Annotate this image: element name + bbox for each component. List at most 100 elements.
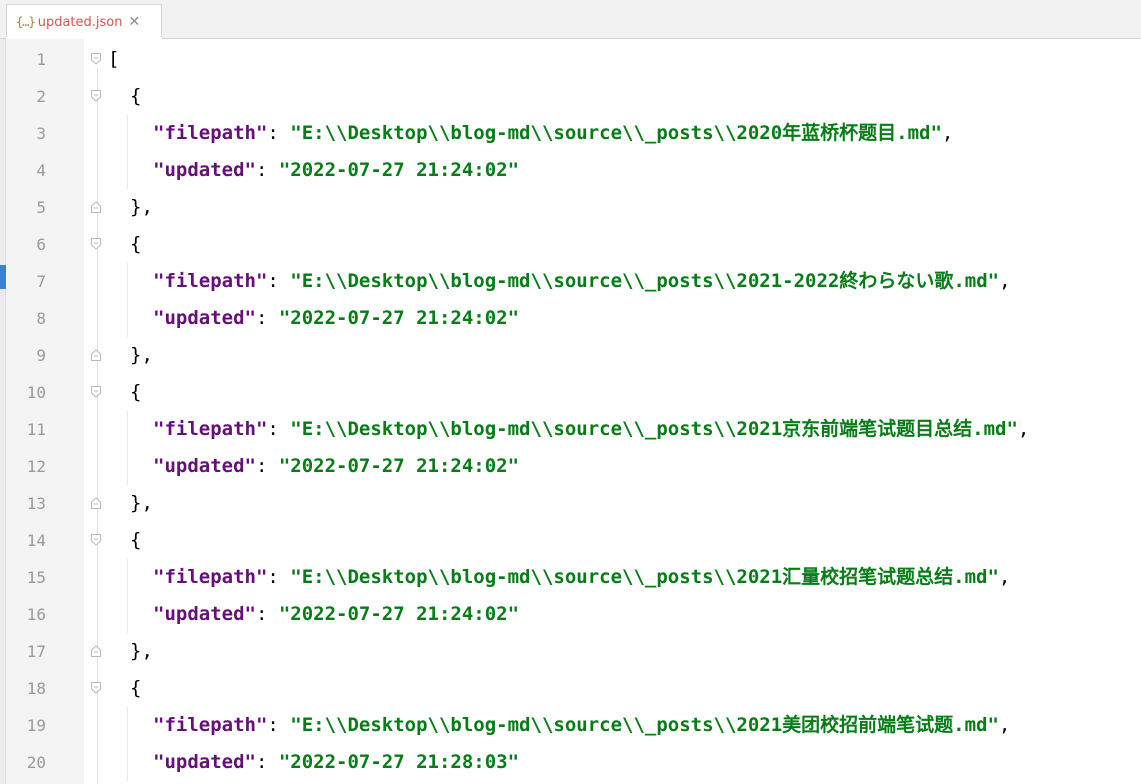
line-number: 7 — [36, 272, 46, 291]
json-property: "updated": "2022-07-27 21:24:02" — [153, 152, 519, 189]
line-number: 9 — [36, 346, 46, 365]
json-key: "filepath" — [153, 418, 268, 440]
line-number: 17 — [26, 642, 46, 661]
code-line[interactable]: 7 "filepath": "E:\\Desktop\\blog-md\\sour… — [0, 263, 1141, 300]
comma: , — [998, 566, 1011, 588]
fold-end-icon[interactable] — [91, 645, 101, 657]
array-bracket: [ — [108, 48, 120, 70]
line-number: 14 — [26, 531, 46, 550]
json-property: "updated": "2022-07-27 21:24:02" — [153, 300, 519, 337]
json-key: "filepath" — [153, 122, 268, 144]
fold-start-icon[interactable] — [91, 53, 101, 65]
code-line[interactable]: 20 "updated": "2022-07-27 21:28:03" — [0, 744, 1141, 781]
json-string-value: "E:\\Desktop\\blog-md\\source\\_posts\\2… — [290, 418, 1018, 440]
json-key: "updated" — [153, 603, 256, 625]
json-string-value: "E:\\Desktop\\blog-md\\source\\_posts\\2… — [290, 270, 1000, 292]
indent-guide — [127, 263, 128, 300]
json-key: "updated" — [153, 455, 256, 477]
tab-updated-json[interactable]: {…} updated.json ✕ — [6, 4, 162, 39]
object-brace: }, — [130, 492, 153, 514]
colon: : — [255, 751, 279, 773]
fold-start-icon[interactable] — [91, 238, 101, 250]
code-line[interactable]: 12 "updated": "2022-07-27 21:24:02" — [0, 448, 1141, 485]
json-string-value: "2022-07-27 21:28:03" — [278, 751, 520, 773]
code-line[interactable]: 13}, — [0, 485, 1141, 522]
code-line[interactable]: 9}, — [0, 337, 1141, 374]
code-line[interactable]: 2{ — [0, 78, 1141, 115]
editor-tab-bar: {…} updated.json ✕ — [0, 0, 1141, 39]
json-key: "updated" — [153, 159, 256, 181]
code-line[interactable]: 8 "updated": "2022-07-27 21:24:02" — [0, 300, 1141, 337]
indent-guide — [127, 300, 128, 337]
json-string-value: "E:\\Desktop\\blog-md\\source\\_posts\\2… — [290, 714, 999, 736]
line-number: 2 — [36, 87, 46, 106]
colon: : — [255, 603, 279, 625]
code-line[interactable]: 17}, — [0, 633, 1141, 670]
colon: : — [267, 418, 291, 440]
code-line[interactable]: 6{ — [0, 226, 1141, 263]
json-string-value: "2022-07-27 21:24:02" — [278, 455, 520, 477]
fold-start-icon[interactable] — [91, 386, 101, 398]
colon: : — [255, 455, 279, 477]
code-line[interactable]: 19 "filepath": "E:\\Desktop\\blog-md\\sou… — [0, 707, 1141, 744]
object-brace: { — [130, 85, 142, 107]
line-number: 16 — [26, 605, 46, 624]
line-number: 12 — [26, 457, 46, 476]
code-line[interactable]: 1[ — [0, 41, 1141, 78]
line-number: 3 — [36, 124, 46, 143]
fold-start-icon[interactable] — [91, 534, 101, 546]
colon: : — [267, 714, 291, 736]
json-key: "updated" — [153, 307, 256, 329]
json-property: "filepath": "E:\\Desktop\\blog-md\\sourc… — [153, 263, 1011, 300]
fold-end-icon[interactable] — [91, 349, 101, 361]
indent-guide — [127, 152, 128, 189]
object-brace: }, — [130, 640, 153, 662]
code-line[interactable]: 3 "filepath": "E:\\Desktop\\blog-md\\sour… — [0, 115, 1141, 152]
json-property: "filepath": "E:\\Desktop\\blog-md\\sourc… — [153, 411, 1029, 448]
fold-start-icon[interactable] — [91, 90, 101, 102]
code-line[interactable]: 14 { — [0, 522, 1141, 559]
object-brace: { — [130, 529, 142, 551]
object-brace: { — [130, 233, 142, 255]
code-line[interactable]: 16 "updated": "2022-07-27 21:24:02" — [0, 596, 1141, 633]
code-editor[interactable]: 1[2{3 "filepath": "E:\\Desktop\\blog-md\\… — [0, 41, 1141, 781]
line-number: 4 — [36, 161, 46, 180]
json-key: "filepath" — [153, 566, 268, 588]
fold-end-icon[interactable] — [91, 497, 101, 509]
json-property: "filepath": "E:\\Desktop\\blog-md\\sourc… — [153, 115, 953, 152]
json-key: "updated" — [153, 751, 256, 773]
indent-guide — [127, 115, 128, 152]
colon: : — [255, 307, 279, 329]
fold-start-icon[interactable] — [91, 682, 101, 694]
json-key: "filepath" — [153, 270, 268, 292]
line-number: 1 — [36, 50, 46, 69]
object-brace: { — [130, 677, 142, 699]
json-string-value: "E:\\Desktop\\blog-md\\source\\_posts\\2… — [290, 122, 942, 144]
code-line[interactable]: 15 "filepath": "E:\\Desktop\\blog-md\\sou… — [0, 559, 1141, 596]
indent-guide — [127, 448, 128, 485]
line-number: 20 — [26, 753, 46, 772]
tab-title: updated.json — [37, 14, 123, 30]
indent-guide — [127, 411, 128, 448]
comma: , — [998, 714, 1011, 736]
code-line[interactable]: 5}, — [0, 189, 1141, 226]
json-property: "updated": "2022-07-27 21:24:02" — [153, 448, 519, 485]
json-property: "filepath": "E:\\Desktop\\blog-md\\sourc… — [153, 559, 1010, 596]
line-number: 10 — [26, 383, 46, 402]
object-brace: { — [130, 381, 142, 403]
code-line[interactable]: 11 "filepath": "E:\\Desktop\\blog-md\\sou… — [0, 411, 1141, 448]
indent-guide — [127, 596, 128, 633]
colon: : — [267, 566, 291, 588]
colon: : — [267, 270, 291, 292]
line-number: 6 — [36, 235, 46, 254]
comma: , — [1017, 418, 1030, 440]
code-line[interactable]: 4 "updated": "2022-07-27 21:24:02" — [0, 152, 1141, 189]
object-brace: }, — [130, 196, 153, 218]
object-brace: }, — [130, 344, 153, 366]
indent-guide — [127, 559, 128, 596]
close-icon[interactable]: ✕ — [128, 14, 140, 30]
code-line[interactable]: 18 { — [0, 670, 1141, 707]
code-line[interactable]: 10 { — [0, 374, 1141, 411]
line-number: 11 — [26, 420, 46, 439]
fold-end-icon[interactable] — [91, 201, 101, 213]
